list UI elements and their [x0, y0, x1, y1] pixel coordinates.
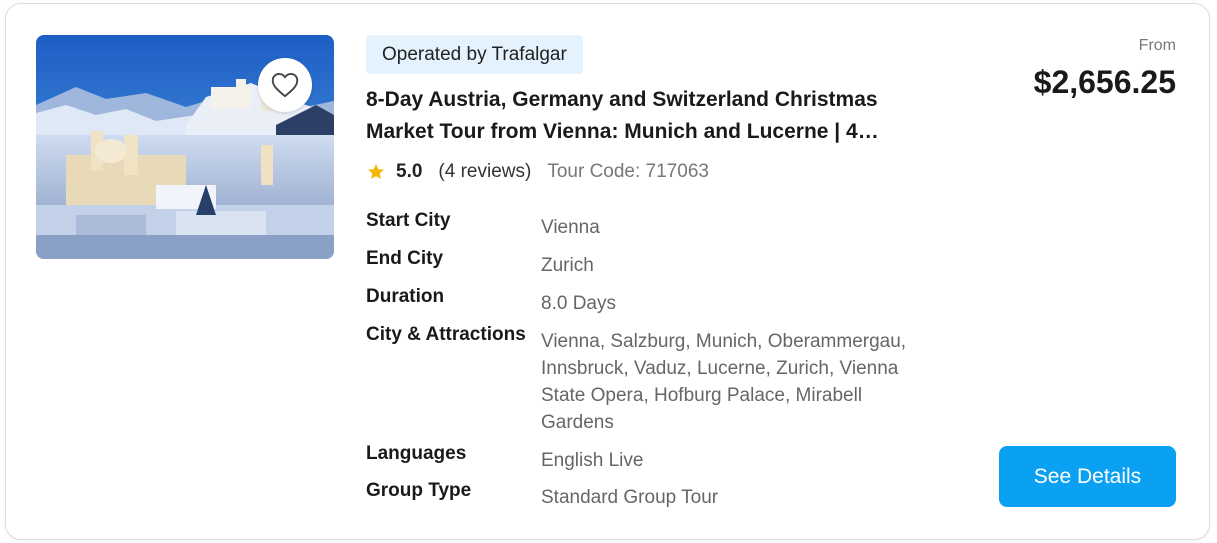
operator-badge: Operated by Trafalgar	[366, 35, 583, 74]
star-icon	[368, 164, 384, 179]
detail-label: End City	[366, 248, 444, 269]
favorite-button[interactable]	[258, 58, 312, 112]
see-details-button[interactable]: See Details	[999, 446, 1176, 507]
rating-value: 5.0	[396, 161, 423, 182]
tour-image[interactable]	[36, 35, 334, 259]
rating-row: 5.0 (4 reviews) Tour Code: 717063	[366, 160, 709, 184]
tour-code: Tour Code: 717063	[547, 161, 709, 182]
tour-title[interactable]: 8-Day Austria, Germany and Switzerland C…	[366, 84, 906, 148]
detail-label: Group Type	[366, 480, 472, 501]
price: $2,656.25	[1033, 64, 1176, 100]
detail-value: Vienna, Salzburg, Munich, Oberammergau, …	[541, 331, 907, 433]
detail-value: 8.0 Days	[541, 293, 616, 314]
detail-value: Vienna	[541, 217, 600, 238]
review-count-link[interactable]: (4 reviews)	[438, 161, 531, 183]
detail-label: City & Attractions	[366, 324, 526, 345]
detail-value: English Live	[541, 450, 644, 471]
detail-label: Languages	[366, 443, 467, 464]
price-prefix: From	[1138, 37, 1176, 54]
detail-label: Duration	[366, 286, 445, 307]
heart-outline-icon	[271, 72, 299, 98]
tour-card: Operated by Trafalgar 8-Day Austria, Ger…	[5, 3, 1210, 540]
detail-value: Standard Group Tour	[541, 487, 719, 508]
detail-value: Zurich	[541, 255, 594, 276]
detail-label: Start City	[366, 210, 451, 231]
